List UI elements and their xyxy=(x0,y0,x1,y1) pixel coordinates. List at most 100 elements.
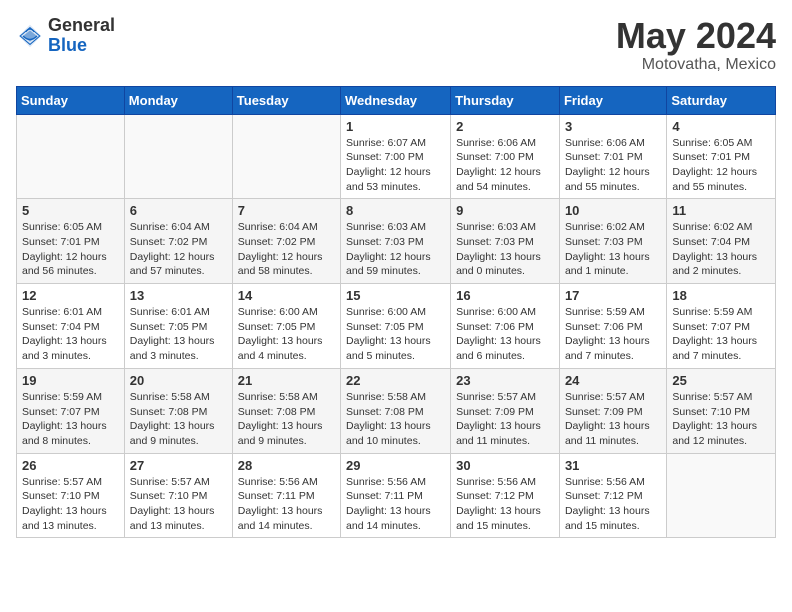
calendar-cell: 3Sunrise: 6:06 AM Sunset: 7:01 PM Daylig… xyxy=(559,114,666,199)
day-number: 4 xyxy=(672,119,770,134)
day-number: 13 xyxy=(130,288,227,303)
day-number: 22 xyxy=(346,373,445,388)
day-info: Sunrise: 5:57 AM Sunset: 7:09 PM Dayligh… xyxy=(565,390,661,449)
day-info: Sunrise: 5:59 AM Sunset: 7:07 PM Dayligh… xyxy=(672,305,770,364)
logo-blue-text: Blue xyxy=(48,36,115,56)
calendar-cell: 4 Sunrise: 6:05 AM Sunset: 7:01 PM Daylig… xyxy=(667,114,776,199)
calendar-cell xyxy=(17,114,125,199)
calendar-cell: 27Sunrise: 5:57 AM Sunset: 7:10 PM Dayli… xyxy=(124,453,232,538)
logo-text: General Blue xyxy=(48,16,115,56)
day-number: 29 xyxy=(346,458,445,473)
day-info: Sunrise: 6:02 AM Sunset: 7:04 PM Dayligh… xyxy=(672,220,770,279)
day-number: 8 xyxy=(346,203,445,218)
day-number: 5 xyxy=(22,203,119,218)
day-info: Sunrise: 5:56 AM Sunset: 7:11 PM Dayligh… xyxy=(346,475,445,534)
day-info: Sunrise: 5:57 AM Sunset: 7:09 PM Dayligh… xyxy=(456,390,554,449)
day-number: 25 xyxy=(672,373,770,388)
calendar-cell: 12Sunrise: 6:01 AM Sunset: 7:04 PM Dayli… xyxy=(17,284,125,369)
day-info: Sunrise: 6:03 AM Sunset: 7:03 PM Dayligh… xyxy=(346,220,445,279)
day-info: Sunrise: 6:04 AM Sunset: 7:02 PM Dayligh… xyxy=(130,220,227,279)
day-info: Sunrise: 5:56 AM Sunset: 7:12 PM Dayligh… xyxy=(456,475,554,534)
day-info: Sunrise: 6:02 AM Sunset: 7:03 PM Dayligh… xyxy=(565,220,661,279)
day-info: Sunrise: 5:57 AM Sunset: 7:10 PM Dayligh… xyxy=(22,475,119,534)
logo-icon xyxy=(16,22,44,50)
calendar-cell: 5Sunrise: 6:05 AM Sunset: 7:01 PM Daylig… xyxy=(17,199,125,284)
calendar-cell: 6 Sunrise: 6:04 AM Sunset: 7:02 PM Daylig… xyxy=(124,199,232,284)
logo: General Blue xyxy=(16,16,115,56)
page-header: General Blue May 2024 Motovatha, Mexico xyxy=(16,16,776,74)
day-info: Sunrise: 6:06 AM Sunset: 7:00 PM Dayligh… xyxy=(456,136,554,195)
calendar-cell: 29 Sunrise: 5:56 AM Sunset: 7:11 PM Dayli… xyxy=(341,453,451,538)
calendar-cell: 11 Sunrise: 6:02 AM Sunset: 7:04 PM Dayli… xyxy=(667,199,776,284)
day-info: Sunrise: 6:00 AM Sunset: 7:06 PM Dayligh… xyxy=(456,305,554,364)
calendar-table: SundayMondayTuesdayWednesdayThursdayFrid… xyxy=(16,86,776,539)
day-number: 11 xyxy=(672,203,770,218)
weekday-header-friday: Friday xyxy=(559,86,666,114)
calendar-cell: 16 Sunrise: 6:00 AM Sunset: 7:06 PM Dayli… xyxy=(451,284,560,369)
weekday-header-monday: Monday xyxy=(124,86,232,114)
day-number: 15 xyxy=(346,288,445,303)
day-info: Sunrise: 5:56 AM Sunset: 7:12 PM Dayligh… xyxy=(565,475,661,534)
weekday-header-thursday: Thursday xyxy=(451,86,560,114)
day-info: Sunrise: 6:05 AM Sunset: 7:01 PM Dayligh… xyxy=(672,136,770,195)
day-number: 19 xyxy=(22,373,119,388)
day-info: Sunrise: 6:03 AM Sunset: 7:03 PM Dayligh… xyxy=(456,220,554,279)
calendar-cell xyxy=(667,453,776,538)
day-number: 16 xyxy=(456,288,554,303)
calendar-cell: 31 Sunrise: 5:56 AM Sunset: 7:12 PM Dayli… xyxy=(559,453,666,538)
calendar-cell xyxy=(124,114,232,199)
calendar-cell: 23 Sunrise: 5:57 AM Sunset: 7:09 PM Dayli… xyxy=(451,368,560,453)
day-number: 20 xyxy=(130,373,227,388)
calendar-cell: 8 Sunrise: 6:03 AM Sunset: 7:03 PM Daylig… xyxy=(341,199,451,284)
calendar-week-5: 26 Sunrise: 5:57 AM Sunset: 7:10 PM Dayli… xyxy=(17,453,776,538)
weekday-header-row: SundayMondayTuesdayWednesdayThursdayFrid… xyxy=(17,86,776,114)
day-number: 10 xyxy=(565,203,661,218)
day-number: 27 xyxy=(130,458,227,473)
calendar-cell: 10 Sunrise: 6:02 AM Sunset: 7:03 PM Dayli… xyxy=(559,199,666,284)
weekday-header-tuesday: Tuesday xyxy=(232,86,340,114)
weekday-header-sunday: Sunday xyxy=(17,86,125,114)
day-info: Sunrise: 6:00 AM Sunset: 7:05 PM Dayligh… xyxy=(238,305,335,364)
calendar-cell: 9Sunrise: 6:03 AM Sunset: 7:03 PM Daylig… xyxy=(451,199,560,284)
calendar-week-4: 19 Sunrise: 5:59 AM Sunset: 7:07 PM Dayli… xyxy=(17,368,776,453)
location-title: Motovatha, Mexico xyxy=(616,56,776,74)
calendar-cell: 2 Sunrise: 6:06 AM Sunset: 7:00 PM Daylig… xyxy=(451,114,560,199)
day-number: 6 xyxy=(130,203,227,218)
calendar-week-3: 12Sunrise: 6:01 AM Sunset: 7:04 PM Dayli… xyxy=(17,284,776,369)
calendar-cell: 7Sunrise: 6:04 AM Sunset: 7:02 PM Daylig… xyxy=(232,199,340,284)
day-number: 26 xyxy=(22,458,119,473)
day-info: Sunrise: 5:56 AM Sunset: 7:11 PM Dayligh… xyxy=(238,475,335,534)
calendar-cell: 26 Sunrise: 5:57 AM Sunset: 7:10 PM Dayli… xyxy=(17,453,125,538)
day-info: Sunrise: 6:06 AM Sunset: 7:01 PM Dayligh… xyxy=(565,136,661,195)
day-info: Sunrise: 6:00 AM Sunset: 7:05 PM Dayligh… xyxy=(346,305,445,364)
calendar-cell: 1Sunrise: 6:07 AM Sunset: 7:00 PM Daylig… xyxy=(341,114,451,199)
day-number: 28 xyxy=(238,458,335,473)
calendar-cell: 20Sunrise: 5:58 AM Sunset: 7:08 PM Dayli… xyxy=(124,368,232,453)
day-info: Sunrise: 5:57 AM Sunset: 7:10 PM Dayligh… xyxy=(672,390,770,449)
day-info: Sunrise: 6:07 AM Sunset: 7:00 PM Dayligh… xyxy=(346,136,445,195)
day-info: Sunrise: 6:01 AM Sunset: 7:04 PM Dayligh… xyxy=(22,305,119,364)
month-title: May 2024 xyxy=(616,16,776,56)
day-number: 31 xyxy=(565,458,661,473)
calendar-cell: 17Sunrise: 5:59 AM Sunset: 7:06 PM Dayli… xyxy=(559,284,666,369)
calendar-cell: 13 Sunrise: 6:01 AM Sunset: 7:05 PM Dayli… xyxy=(124,284,232,369)
day-info: Sunrise: 5:59 AM Sunset: 7:07 PM Dayligh… xyxy=(22,390,119,449)
title-block: May 2024 Motovatha, Mexico xyxy=(616,16,776,74)
day-number: 14 xyxy=(238,288,335,303)
day-info: Sunrise: 6:01 AM Sunset: 7:05 PM Dayligh… xyxy=(130,305,227,364)
calendar-cell: 14 Sunrise: 6:00 AM Sunset: 7:05 PM Dayli… xyxy=(232,284,340,369)
day-number: 23 xyxy=(456,373,554,388)
calendar-cell: 15 Sunrise: 6:00 AM Sunset: 7:05 PM Dayli… xyxy=(341,284,451,369)
day-info: Sunrise: 5:58 AM Sunset: 7:08 PM Dayligh… xyxy=(238,390,335,449)
calendar-cell: 28 Sunrise: 5:56 AM Sunset: 7:11 PM Dayli… xyxy=(232,453,340,538)
weekday-header-wednesday: Wednesday xyxy=(341,86,451,114)
day-number: 30 xyxy=(456,458,554,473)
day-number: 21 xyxy=(238,373,335,388)
day-info: Sunrise: 6:04 AM Sunset: 7:02 PM Dayligh… xyxy=(238,220,335,279)
calendar-cell: 30 Sunrise: 5:56 AM Sunset: 7:12 PM Dayli… xyxy=(451,453,560,538)
day-number: 2 xyxy=(456,119,554,134)
calendar-cell: 24Sunrise: 5:57 AM Sunset: 7:09 PM Dayli… xyxy=(559,368,666,453)
logo-general: General xyxy=(48,16,115,36)
calendar-week-2: 5Sunrise: 6:05 AM Sunset: 7:01 PM Daylig… xyxy=(17,199,776,284)
weekday-header-saturday: Saturday xyxy=(667,86,776,114)
